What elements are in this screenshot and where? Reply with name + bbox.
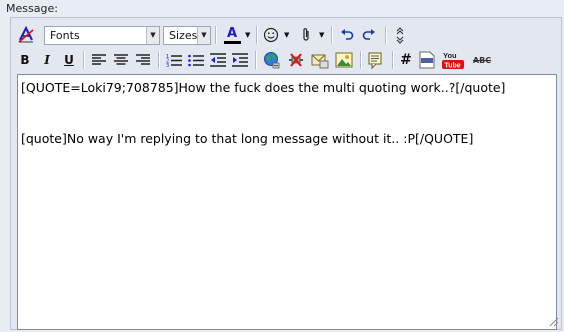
align-center-icon — [114, 54, 128, 65]
toolbar-divider — [360, 51, 362, 69]
strikethrough-button[interactable]: ABC — [469, 50, 495, 70]
resize-editor-button[interactable] — [391, 25, 409, 45]
unordered-list-icon — [188, 54, 204, 67]
toolbar-divider — [215, 26, 217, 44]
indent-button[interactable] — [230, 50, 250, 70]
svg-text:Tube: Tube — [445, 62, 461, 69]
size-select[interactable]: Sizes ▼ — [163, 26, 211, 45]
outdent-button[interactable] — [208, 50, 228, 70]
ordered-list-icon: 1 2 3 — [166, 54, 182, 67]
toolbar-divider — [385, 26, 387, 44]
unlink-icon — [289, 53, 303, 67]
svg-text:3: 3 — [166, 63, 169, 67]
php-icon — [419, 51, 435, 69]
font-select[interactable]: Fonts ▼ — [44, 26, 160, 45]
toolbar-divider — [158, 51, 160, 69]
wysiwyg-editor: Fonts ▼ Sizes ▼ A ▼ ▼ ▼ B I U 1 2 3 # Yo… — [10, 17, 562, 330]
wrap-quote-button[interactable] — [365, 50, 387, 70]
align-left-button[interactable] — [89, 50, 109, 70]
image-icon — [335, 52, 353, 68]
align-center-button[interactable] — [111, 50, 131, 70]
remove-format-button[interactable] — [15, 25, 37, 45]
align-left-icon — [92, 54, 106, 65]
unordered-list-button[interactable] — [186, 50, 206, 70]
email-icon — [311, 54, 329, 69]
undo-icon — [341, 29, 354, 40]
svg-text:You: You — [443, 51, 457, 60]
insert-image-button[interactable] — [333, 50, 355, 70]
align-right-icon — [136, 54, 150, 65]
smilies-dropdown-icon[interactable]: ▼ — [284, 31, 289, 39]
insert-link-button[interactable] — [261, 50, 283, 70]
ordered-list-button[interactable]: 1 2 3 — [164, 50, 184, 70]
php-code-button[interactable] — [417, 50, 437, 70]
chevron-down-icon: ▼ — [197, 27, 210, 44]
remove-format-icon — [18, 26, 34, 43]
paperclip-icon — [303, 28, 309, 41]
toolbar-divider — [256, 26, 258, 44]
attachment-dropdown-icon[interactable]: ▼ — [319, 31, 324, 39]
outdent-icon — [210, 53, 226, 67]
toolbar-divider — [331, 26, 333, 44]
youtube-button[interactable]: You Tube — [441, 50, 467, 70]
toolbar-divider — [392, 51, 394, 69]
toolbar-divider — [83, 51, 85, 69]
font-select-value: Fonts — [50, 29, 80, 42]
italic-button[interactable]: I — [37, 50, 57, 70]
bold-button[interactable]: B — [15, 50, 35, 70]
text-color-dropdown-icon[interactable]: ▼ — [245, 31, 250, 39]
remove-link-button[interactable] — [285, 50, 307, 70]
chevron-down-icon: ▼ — [146, 27, 159, 44]
message-label: Message: — [6, 2, 58, 15]
text-color-button[interactable]: A — [220, 25, 244, 45]
underline-button[interactable]: U — [59, 50, 79, 70]
redo-icon — [362, 29, 375, 40]
email-link-button[interactable] — [309, 50, 331, 70]
undo-button[interactable] — [337, 25, 357, 45]
attachment-button[interactable] — [297, 25, 315, 45]
toolbar-divider — [255, 51, 257, 69]
expand-collapse-icon — [396, 27, 404, 44]
redo-button[interactable] — [359, 25, 379, 45]
globe-link-icon — [264, 52, 280, 69]
quote-icon — [368, 52, 382, 69]
smiley-icon — [263, 27, 279, 43]
smilies-button[interactable] — [261, 25, 281, 45]
youtube-icon: You Tube — [442, 51, 464, 69]
code-button[interactable]: # — [397, 50, 415, 70]
align-right-button[interactable] — [133, 50, 153, 70]
message-textarea[interactable]: [QUOTE=Loki79;708785]How the fuck does t… — [17, 74, 557, 330]
size-select-value: Sizes — [169, 29, 198, 42]
resize-grip-icon[interactable] — [549, 317, 559, 327]
indent-icon — [232, 53, 248, 67]
text-color-swatch — [223, 40, 241, 44]
text-color-icon: A — [226, 25, 238, 41]
